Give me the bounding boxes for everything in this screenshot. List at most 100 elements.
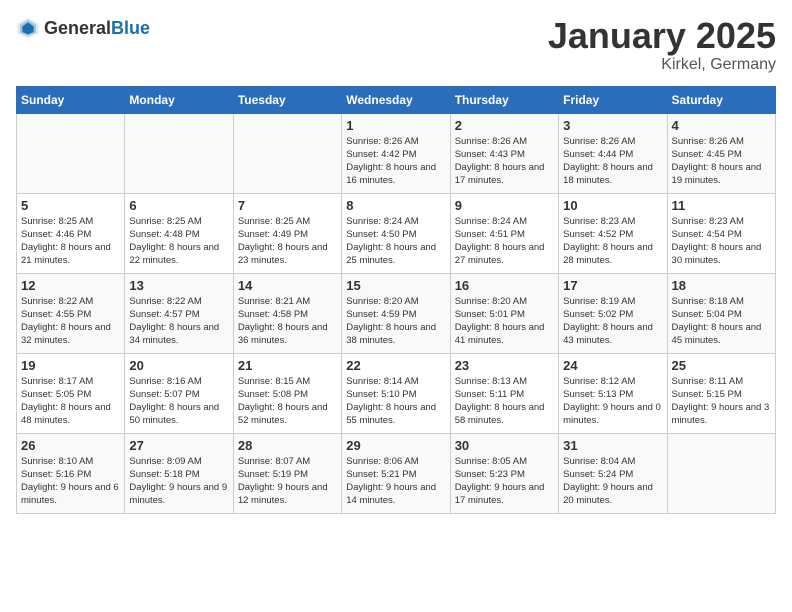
day-number: 3 xyxy=(563,118,662,133)
day-number: 19 xyxy=(21,358,120,373)
calendar-cell: 5Sunrise: 8:25 AM Sunset: 4:46 PM Daylig… xyxy=(17,193,125,273)
day-info: Sunrise: 8:21 AM Sunset: 4:58 PM Dayligh… xyxy=(238,295,337,348)
day-number: 28 xyxy=(238,438,337,453)
day-number: 27 xyxy=(129,438,228,453)
calendar-cell: 9 Sunrise: 8:24 AM Sunset: 4:51 PM Daylig… xyxy=(450,193,558,273)
day-number: 22 xyxy=(346,358,445,373)
day-info: Sunrise: 8:11 AM Sunset: 5:15 PM Dayligh… xyxy=(672,375,771,428)
calendar-cell: 13 Sunrise: 8:22 AM Sunset: 4:57 PM Dayli… xyxy=(125,273,233,353)
day-info: Sunrise: 8:24 AM Sunset: 4:51 PM Dayligh… xyxy=(455,215,554,268)
calendar-cell: 8Sunrise: 8:24 AM Sunset: 4:50 PM Daylig… xyxy=(342,193,450,273)
day-number: 23 xyxy=(455,358,554,373)
day-info: Sunrise: 8:25 AM Sunset: 4:46 PM Dayligh… xyxy=(21,215,120,268)
day-number: 26 xyxy=(21,438,120,453)
day-number: 17 xyxy=(563,278,662,293)
calendar-cell: 20 Sunrise: 8:16 AM Sunset: 5:07 PM Dayli… xyxy=(125,353,233,433)
weekday-header: Wednesday xyxy=(342,86,450,113)
day-info: Sunrise: 8:05 AM Sunset: 5:23 PM Dayligh… xyxy=(455,455,554,508)
calendar-cell: 1Sunrise: 8:26 AM Sunset: 4:42 PM Daylig… xyxy=(342,113,450,193)
logo-general: General xyxy=(44,18,111,38)
day-number: 10 xyxy=(563,198,662,213)
day-info: Sunrise: 8:10 AM Sunset: 5:16 PM Dayligh… xyxy=(21,455,120,508)
day-number: 11 xyxy=(672,198,771,213)
logo-icon xyxy=(16,16,40,40)
day-number: 9 xyxy=(455,198,554,213)
calendar-cell: 25 Sunrise: 8:11 AM Sunset: 5:15 PM Dayli… xyxy=(667,353,775,433)
weekday-header: Tuesday xyxy=(233,86,341,113)
day-info: Sunrise: 8:14 AM Sunset: 5:10 PM Dayligh… xyxy=(346,375,445,428)
day-info: Sunrise: 8:26 AM Sunset: 4:44 PM Dayligh… xyxy=(563,135,662,188)
calendar-table: SundayMondayTuesdayWednesdayThursdayFrid… xyxy=(16,86,776,514)
weekday-header-row: SundayMondayTuesdayWednesdayThursdayFrid… xyxy=(17,86,776,113)
calendar-week-row: 1Sunrise: 8:26 AM Sunset: 4:42 PM Daylig… xyxy=(17,113,776,193)
day-number: 30 xyxy=(455,438,554,453)
calendar-cell: 24 Sunrise: 8:12 AM Sunset: 5:13 PM Dayli… xyxy=(559,353,667,433)
calendar-cell xyxy=(125,113,233,193)
day-number: 1 xyxy=(346,118,445,133)
day-info: Sunrise: 8:25 AM Sunset: 4:48 PM Dayligh… xyxy=(129,215,228,268)
calendar-cell: 3 Sunrise: 8:26 AM Sunset: 4:44 PM Daylig… xyxy=(559,113,667,193)
calendar-cell: 6 Sunrise: 8:25 AM Sunset: 4:48 PM Daylig… xyxy=(125,193,233,273)
weekday-header: Friday xyxy=(559,86,667,113)
weekday-header: Saturday xyxy=(667,86,775,113)
logo-blue: Blue xyxy=(111,18,150,38)
calendar-cell xyxy=(17,113,125,193)
day-number: 20 xyxy=(129,358,228,373)
day-number: 18 xyxy=(672,278,771,293)
calendar-week-row: 12 Sunrise: 8:22 AM Sunset: 4:55 PM Dayli… xyxy=(17,273,776,353)
calendar-cell: 11 Sunrise: 8:23 AM Sunset: 4:54 PM Dayli… xyxy=(667,193,775,273)
calendar-cell: 12 Sunrise: 8:22 AM Sunset: 4:55 PM Dayli… xyxy=(17,273,125,353)
day-info: Sunrise: 8:20 AM Sunset: 5:01 PM Dayligh… xyxy=(455,295,554,348)
calendar-cell: 15Sunrise: 8:20 AM Sunset: 4:59 PM Dayli… xyxy=(342,273,450,353)
calendar-cell xyxy=(233,113,341,193)
weekday-header: Monday xyxy=(125,86,233,113)
day-number: 13 xyxy=(129,278,228,293)
day-info: Sunrise: 8:26 AM Sunset: 4:45 PM Dayligh… xyxy=(672,135,771,188)
calendar-week-row: 26 Sunrise: 8:10 AM Sunset: 5:16 PM Dayli… xyxy=(17,433,776,513)
calendar-cell: 18 Sunrise: 8:18 AM Sunset: 5:04 PM Dayli… xyxy=(667,273,775,353)
day-number: 29 xyxy=(346,438,445,453)
day-number: 4 xyxy=(672,118,771,133)
day-info: Sunrise: 8:22 AM Sunset: 4:57 PM Dayligh… xyxy=(129,295,228,348)
day-number: 25 xyxy=(672,358,771,373)
day-info: Sunrise: 8:24 AM Sunset: 4:50 PM Dayligh… xyxy=(346,215,445,268)
day-number: 16 xyxy=(455,278,554,293)
day-number: 7 xyxy=(238,198,337,213)
day-info: Sunrise: 8:20 AM Sunset: 4:59 PM Dayligh… xyxy=(346,295,445,348)
month-title: January 2025 xyxy=(548,16,776,56)
day-number: 24 xyxy=(563,358,662,373)
day-number: 21 xyxy=(238,358,337,373)
calendar-cell: 10Sunrise: 8:23 AM Sunset: 4:52 PM Dayli… xyxy=(559,193,667,273)
day-info: Sunrise: 8:04 AM Sunset: 5:24 PM Dayligh… xyxy=(563,455,662,508)
day-info: Sunrise: 8:16 AM Sunset: 5:07 PM Dayligh… xyxy=(129,375,228,428)
day-number: 12 xyxy=(21,278,120,293)
page-header: GeneralBlue January 2025 Kirkel, Germany xyxy=(16,16,776,74)
title-block: January 2025 Kirkel, Germany xyxy=(548,16,776,74)
calendar-week-row: 19Sunrise: 8:17 AM Sunset: 5:05 PM Dayli… xyxy=(17,353,776,433)
calendar-cell: 21Sunrise: 8:15 AM Sunset: 5:08 PM Dayli… xyxy=(233,353,341,433)
calendar-cell: 23Sunrise: 8:13 AM Sunset: 5:11 PM Dayli… xyxy=(450,353,558,433)
calendar-cell: 28Sunrise: 8:07 AM Sunset: 5:19 PM Dayli… xyxy=(233,433,341,513)
day-number: 14 xyxy=(238,278,337,293)
calendar-cell: 2Sunrise: 8:26 AM Sunset: 4:43 PM Daylig… xyxy=(450,113,558,193)
day-number: 6 xyxy=(129,198,228,213)
calendar-cell: 14 Sunrise: 8:21 AM Sunset: 4:58 PM Dayli… xyxy=(233,273,341,353)
logo: GeneralBlue xyxy=(16,16,150,40)
day-info: Sunrise: 8:22 AM Sunset: 4:55 PM Dayligh… xyxy=(21,295,120,348)
day-info: Sunrise: 8:09 AM Sunset: 5:18 PM Dayligh… xyxy=(129,455,228,508)
calendar-cell: 26 Sunrise: 8:10 AM Sunset: 5:16 PM Dayli… xyxy=(17,433,125,513)
weekday-header: Thursday xyxy=(450,86,558,113)
calendar-cell: 4 Sunrise: 8:26 AM Sunset: 4:45 PM Daylig… xyxy=(667,113,775,193)
day-info: Sunrise: 8:23 AM Sunset: 4:54 PM Dayligh… xyxy=(672,215,771,268)
calendar-cell: 27 Sunrise: 8:09 AM Sunset: 5:18 PM Dayli… xyxy=(125,433,233,513)
day-info: Sunrise: 8:18 AM Sunset: 5:04 PM Dayligh… xyxy=(672,295,771,348)
location-title: Kirkel, Germany xyxy=(548,56,776,74)
day-info: Sunrise: 8:26 AM Sunset: 4:43 PM Dayligh… xyxy=(455,135,554,188)
calendar-cell: 19Sunrise: 8:17 AM Sunset: 5:05 PM Dayli… xyxy=(17,353,125,433)
calendar-cell: 31Sunrise: 8:04 AM Sunset: 5:24 PM Dayli… xyxy=(559,433,667,513)
weekday-header: Sunday xyxy=(17,86,125,113)
calendar-cell xyxy=(667,433,775,513)
day-info: Sunrise: 8:12 AM Sunset: 5:13 PM Dayligh… xyxy=(563,375,662,428)
calendar-cell: 7Sunrise: 8:25 AM Sunset: 4:49 PM Daylig… xyxy=(233,193,341,273)
calendar-cell: 30 Sunrise: 8:05 AM Sunset: 5:23 PM Dayli… xyxy=(450,433,558,513)
